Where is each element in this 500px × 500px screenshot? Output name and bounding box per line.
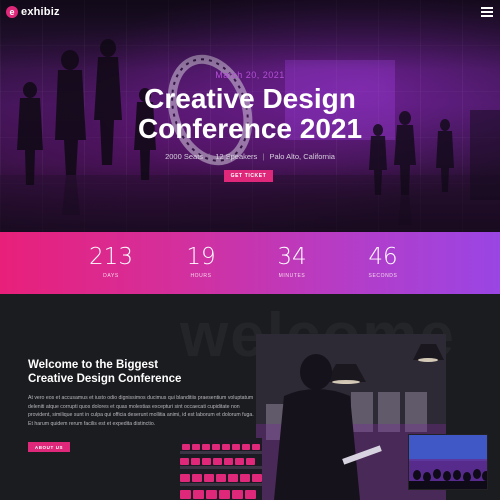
brand-name: exhibiz [21,6,60,18]
welcome-title-line-2: Creative Design Conference [28,373,182,385]
welcome-section: welcome Welcome to the Biggest Creative … [0,294,500,500]
countdown-value: 213 [89,244,133,270]
welcome-title: Welcome to the Biggest Creative Design C… [28,358,228,386]
auditorium-seats-image [180,438,262,500]
countdown-days: 213 DAYS [71,245,151,279]
hero-section: e exhibiz March 20, 2021 Creative Design… [0,0,500,232]
countdown-minutes: 34 MINUTES [252,245,332,279]
audience-stage-photo [408,434,488,490]
auditorium-seats-photo [180,438,262,500]
hamburger-menu-icon[interactable] [481,7,493,17]
countdown-value: 34 [277,244,307,270]
countdown-hours: 19 HOURS [161,245,241,279]
audience-stage-image [409,435,487,489]
hero-title: Creative Design Conference 2021 [0,84,500,144]
menu-line [481,15,493,17]
countdown-seconds: 46 SECONDS [343,245,423,279]
countdown-value: 46 [368,244,398,270]
event-meta: 2000 Seats | 12 Speakers | Palo Alto, Ca… [0,152,500,161]
meta-separator: | [262,152,265,161]
menu-line [481,7,493,9]
countdown-label: SECONDS [368,273,398,279]
menu-line [481,11,493,13]
logo-mark-icon: e [6,6,18,18]
event-date: March 20, 2021 [215,70,285,80]
countdown-label: MINUTES [278,273,306,279]
meta-separator: | [208,152,211,161]
countdown-label: HOURS [190,273,212,279]
welcome-title-line-1: Welcome to the Biggest [28,359,159,371]
seats-count: 2000 Seats [165,152,204,161]
countdown-label: DAYS [103,273,119,279]
hero-title-line-2: Conference 2021 [137,113,363,144]
hero-title-line-1: Creative Design [144,83,356,114]
event-location: Palo Alto, California [269,152,335,161]
speakers-count: 12 Speakers [215,152,258,161]
get-ticket-button[interactable]: GET TICKET [224,170,273,182]
countdown-value: 19 [186,244,216,270]
about-us-button[interactable]: ABOUT US [28,442,70,452]
countdown-bar: 213 DAYS 19 HOURS 34 MINUTES 46 SECONDS [0,232,500,294]
welcome-body-text: At vero eos et accusamus et iusto odio d… [28,395,254,427]
brand-logo[interactable]: e exhibiz [6,6,60,18]
